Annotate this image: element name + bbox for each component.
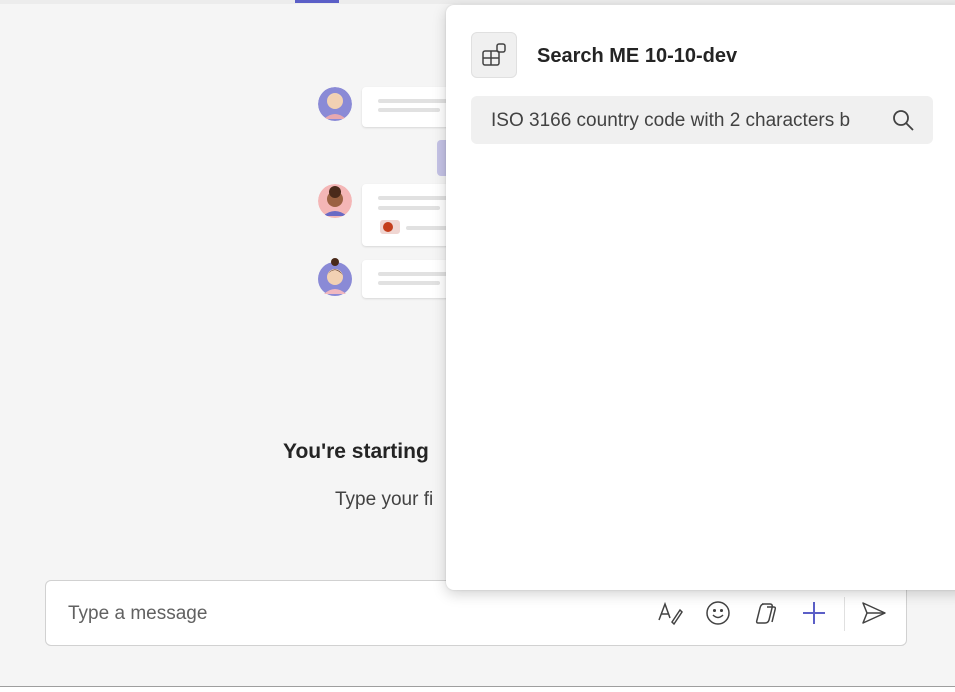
message-bubble-illustration [362,87,452,127]
avatar-illustration-3 [318,256,352,296]
message-input[interactable] [66,581,630,647]
empty-state-subtitle: Type your fi [335,489,434,510]
message-extension-popup: Search ME 10-10-dev [446,5,955,590]
search-icon[interactable] [891,108,915,132]
emoji-icon[interactable] [703,598,733,628]
search-box[interactable] [471,96,933,146]
avatar-illustration-1 [318,87,352,121]
empty-state-title: You're starting [283,440,429,463]
message-bubble-illustration [362,260,452,298]
message-bubble-illustration [362,184,452,246]
format-icon[interactable] [655,598,685,628]
copilot-icon[interactable] [751,598,781,628]
app-grid-icon [471,32,517,78]
popup-title: Search ME 10-10-dev [537,45,738,67]
search-input[interactable] [489,96,885,146]
toolbar-divider [844,597,845,631]
send-icon[interactable] [859,598,889,628]
add-icon[interactable] [799,598,829,628]
powerpoint-icon [380,220,400,234]
window-bottom-border [0,686,955,692]
avatar-illustration-2 [318,184,352,218]
active-tab-indicator [295,0,339,3]
